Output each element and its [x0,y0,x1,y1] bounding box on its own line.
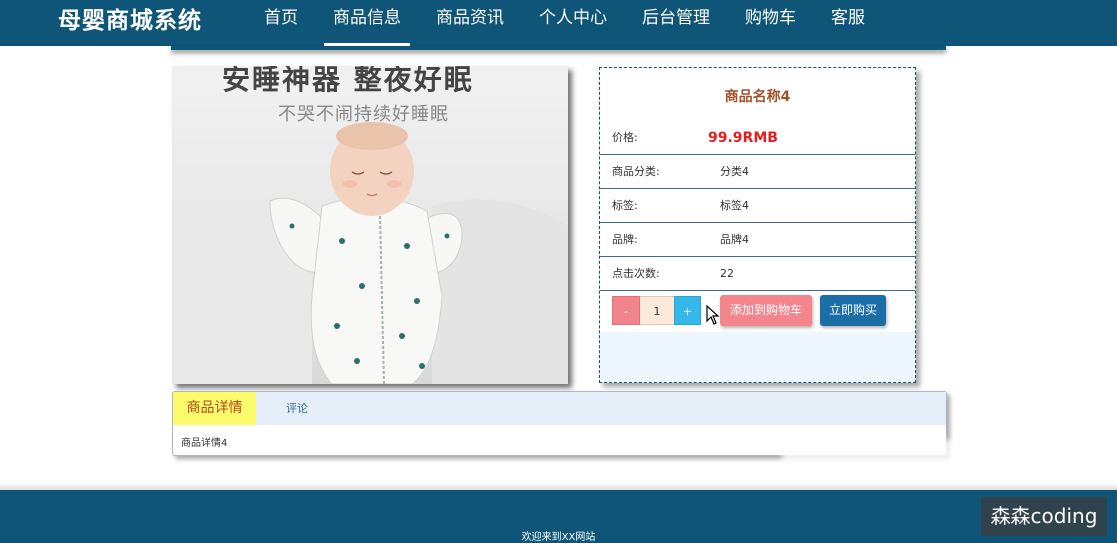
nav-admin[interactable]: 后台管理 [633,0,719,46]
category-row: 商品分类: 分类4 [600,155,915,189]
blur-overlay [782,440,972,485]
footer-welcome-text: 欢迎来到XX网站 [521,532,596,543]
brand-row: 品牌: 品牌4 [600,223,915,257]
quantity-input[interactable]: 1 [640,296,674,325]
nav-customer-service[interactable]: 客服 [822,0,874,46]
decorative-bar [171,46,946,50]
category-label: 商品分类: [612,165,660,178]
info-table: 商品名称4 价格: 99.9RMB 商品分类: 分类4 标签: 标签4 品牌: … [600,68,915,332]
price-value: 99.9RMB [708,130,778,146]
quantity-decrease-button[interactable]: - [612,296,640,325]
nav-personal-center[interactable]: 个人中心 [530,0,616,46]
category-value: 分类4 [720,165,749,178]
nav-cart[interactable]: 购物车 [736,0,805,46]
price-label: 价格: [612,131,638,144]
tab-bar: 商品详情 评论 [173,392,946,425]
clicks-value: 22 [720,267,734,280]
brand-label: 品牌: [612,233,638,246]
mouse-pointer-icon [706,305,720,325]
quantity-increase-button[interactable]: + [674,296,701,325]
product-name: 商品名称4 [724,89,791,105]
site-brand[interactable]: 母婴商城系统 [58,3,202,39]
tag-label: 标签: [612,199,638,212]
nav-product-info[interactable]: 商品信息 [324,0,410,46]
price-row: 价格: 99.9RMB [600,121,915,155]
footer: 欢迎来到XX网站 [0,490,1117,543]
tab-product-detail[interactable]: 商品详情 [173,392,256,425]
nav-home[interactable]: 首页 [255,0,307,46]
brand-value: 品牌4 [720,233,749,246]
main-nav: 首页 商品信息 商品资讯 个人中心 后台管理 购物车 客服 [255,0,891,46]
clicks-row: 点击次数: 22 [600,257,915,291]
clicks-label: 点击次数: [612,267,660,280]
tab-comments[interactable]: 评论 [273,392,321,425]
nav-product-news[interactable]: 商品资讯 [427,0,513,46]
tag-value: 标签4 [720,199,749,212]
product-image: 安睡神器 整夜好眠 不哭不闹持续好睡眠 [172,66,568,384]
product-detail-text: 商品详情4 [181,438,228,449]
buy-now-button[interactable]: 立即购买 [820,295,886,326]
product-info-panel: 商品名称4 价格: 99.9RMB 商品分类: 分类4 标签: 标签4 品牌: … [599,67,916,383]
top-navbar: 母婴商城系统 首页 商品信息 商品资讯 个人中心 后台管理 购物车 客服 [0,0,1117,46]
video-watermark: 森森coding [981,497,1107,536]
baby-illustration [172,122,568,384]
tag-row: 标签: 标签4 [600,189,915,223]
add-to-cart-button[interactable]: 添加到购物车 [720,295,812,326]
